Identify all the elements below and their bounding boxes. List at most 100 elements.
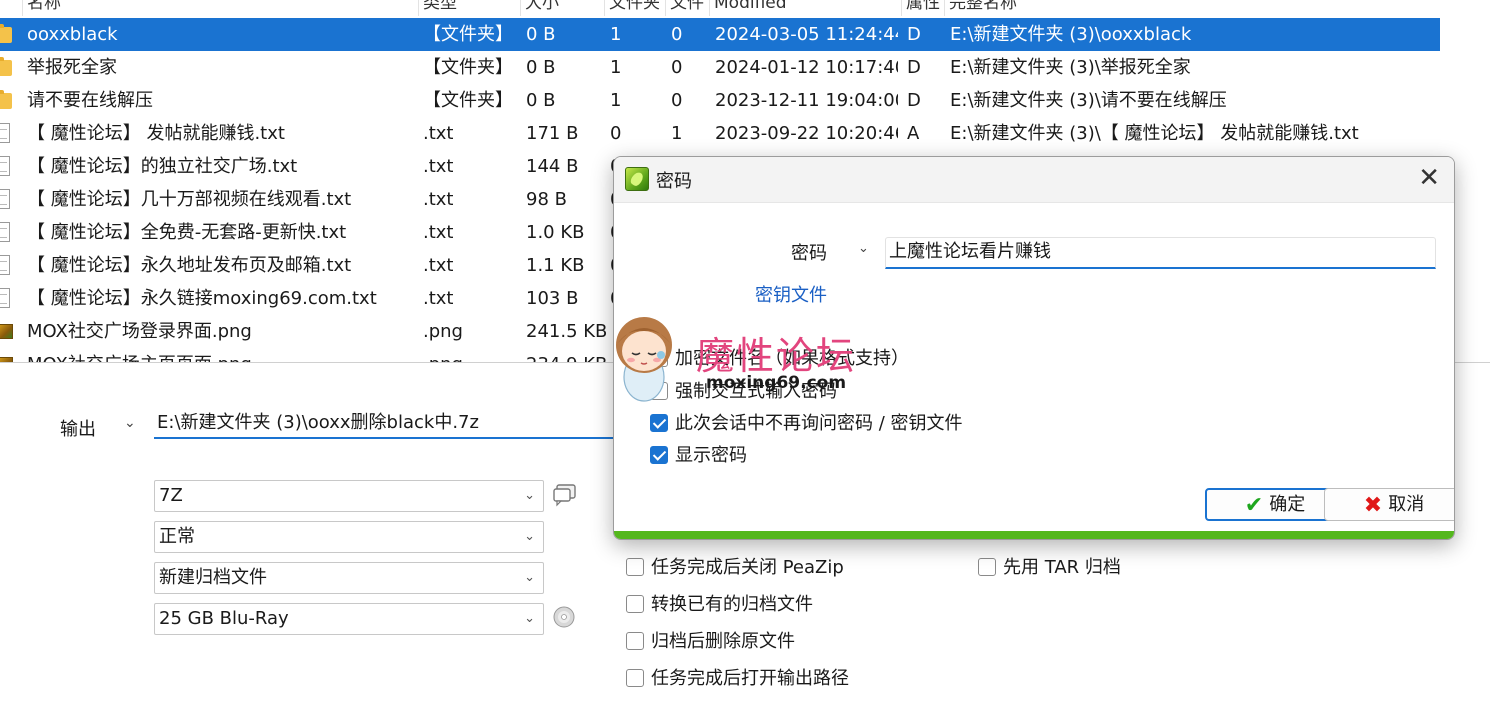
column-header-name[interactable]: 名称 — [22, 0, 418, 16]
cancel-button-label: 取消 — [1388, 494, 1425, 515]
file-name-cell: 【 魔性论坛】永久链接moxing69.com.txt — [27, 288, 377, 309]
file-name-cell: 【 魔性论坛】的独立社交广场.txt — [27, 156, 298, 177]
folder-icon — [0, 24, 12, 43]
checkbox-box[interactable] — [978, 558, 996, 576]
chevron-down-icon: ⌄ — [524, 488, 535, 503]
remember-session-checkbox[interactable]: 此次会话中不再询问密码 / 密钥文件 — [650, 412, 963, 436]
file-name-cell: MOX社交广场登录界面.png — [27, 321, 252, 342]
checkbox-box[interactable] — [650, 414, 668, 432]
password-history-chevron-icon[interactable]: ⌄ — [858, 241, 869, 256]
column-header-full-name[interactable]: 完整名称 — [944, 0, 1440, 16]
text-file-icon — [0, 288, 10, 308]
text-file-icon — [0, 255, 10, 275]
list-header: 名称 类型 大小 文件夹 文件 Modified 属性 完整名称 — [0, 0, 1440, 16]
column-header-size[interactable]: 大小 — [520, 0, 604, 16]
checkbox-label: 转换已有的归档文件 — [651, 594, 813, 615]
output-path-input[interactable]: E:\新建文件夹 (3)\ooxx删除black中.7z — [154, 409, 624, 439]
file-size-cell: 98 B — [526, 189, 567, 210]
file-type-cell: .png — [423, 321, 463, 342]
file-name-cell: 请不要在线解压 — [27, 90, 153, 111]
cancel-button[interactable]: ✖ 取消 — [1324, 488, 1454, 521]
folder-icon — [0, 90, 12, 109]
chevron-down-icon: ⌄ — [524, 529, 535, 544]
attributes-cell: D — [907, 90, 921, 111]
file-count-cell: 1 — [671, 123, 683, 144]
archive-mode-value: 新建归档文件 — [159, 567, 267, 588]
file-count-cell: 0 — [671, 24, 683, 45]
full-path-cell: E:\新建文件夹 (3)\请不要在线解压 — [950, 90, 1227, 111]
file-size-cell: 241.5 KB — [526, 321, 606, 342]
comment-icon[interactable] — [552, 483, 578, 507]
file-icon-cell — [0, 348, 14, 362]
tar-first-checkbox[interactable]: 先用 TAR 归档 — [978, 556, 1121, 580]
modified-cell: 2023-09-22 10:20:46 — [715, 123, 898, 144]
file-icon-cell — [0, 315, 14, 348]
modified-cell: 2023-12-11 19:04:00 — [715, 90, 898, 111]
file-size-cell: 0 B — [526, 90, 556, 111]
file-icon-cell — [0, 282, 14, 315]
open-output-checkbox[interactable]: 任务完成后打开输出路径 — [626, 667, 849, 691]
folder-count-cell: 0 — [610, 123, 622, 144]
attributes-cell: D — [907, 24, 921, 45]
password-input[interactable]: 上魔性论坛看片赚钱 — [885, 237, 1436, 269]
file-icon-cell — [0, 183, 14, 216]
file-row[interactable]: ooxxblack 【文件夹】 0 B 1 0 2024-03-05 11:24:44 D E… — [0, 18, 1440, 51]
checkbox-label: 任务完成后打开输出路径 — [651, 668, 849, 689]
folder-count-cell: 1 — [610, 57, 622, 78]
mascot-girl-icon — [616, 317, 672, 402]
file-size-cell: 234.9 KB — [526, 348, 606, 362]
progress-bar — [614, 531, 1454, 539]
close-icon[interactable]: ✕ — [1418, 163, 1440, 193]
output-dropdown-chevron-icon[interactable]: ⌄ — [124, 415, 136, 431]
file-type-cell: .txt — [423, 156, 454, 177]
show-password-checkbox[interactable]: 显示密码 — [650, 444, 747, 468]
column-header-modified[interactable]: Modified — [709, 0, 901, 16]
compression-level-select[interactable]: 正常 ⌄ — [154, 521, 544, 553]
file-type-cell: .txt — [423, 255, 454, 276]
column-header-attr[interactable]: 属性 — [901, 0, 944, 16]
file-size-cell: 1.1 KB — [526, 255, 585, 276]
format-select[interactable]: 7Z ⌄ — [154, 480, 544, 512]
checkbox-box[interactable] — [626, 632, 644, 650]
modified-cell: 2024-03-05 11:24:44 — [715, 24, 898, 45]
column-header-files[interactable]: 文件 — [665, 0, 709, 16]
file-icon-cell — [0, 84, 14, 117]
format-select-value: 7Z — [159, 485, 183, 506]
checkbox-box[interactable] — [650, 446, 668, 464]
checkbox-label: 先用 TAR 归档 — [1003, 557, 1121, 578]
file-row[interactable]: 【 魔性论坛】 发帖就能赚钱.txt .txt 171 B 0 1 2023-09-22 … — [0, 117, 1440, 150]
file-icon-cell — [0, 18, 14, 51]
file-count-cell: 0 — [671, 90, 683, 111]
full-path-cell: E:\新建文件夹 (3)\ooxxblack — [950, 24, 1192, 45]
modified-cell: 2024-01-12 10:17:40 — [715, 57, 898, 78]
password-label: 密码 — [791, 243, 827, 264]
volume-size-select[interactable]: 25 GB Blu-Ray ⌄ — [154, 603, 544, 635]
dialog-title-bar[interactable]: 密码 ✕ — [614, 157, 1454, 203]
checkbox-box[interactable] — [626, 558, 644, 576]
watermark-url: moxing69.com — [706, 373, 847, 393]
close-peazip-checkbox[interactable]: 任务完成后关闭 PeaZip — [626, 556, 844, 580]
checkbox-label: 归档后删除原文件 — [651, 631, 795, 652]
disc-icon[interactable] — [552, 605, 578, 629]
file-name-cell: MOX社交广场主页页面.png — [27, 348, 417, 362]
compression-level-value: 正常 — [159, 526, 195, 547]
delete-originals-checkbox[interactable]: 归档后删除原文件 — [626, 630, 795, 654]
convert-archive-checkbox[interactable]: 转换已有的归档文件 — [626, 593, 813, 617]
column-header-type[interactable]: 类型 — [418, 0, 520, 16]
watermark-title: 魔性论坛 — [696, 334, 857, 378]
file-type-cell: .txt — [423, 123, 454, 144]
file-type-cell: 【文件夹】 — [423, 90, 513, 111]
file-name-cell: 【 魔性论坛】全免费-无套路-更新快.txt — [27, 222, 347, 243]
checkbox-box[interactable] — [626, 669, 644, 687]
file-name-cell: 【 魔性论坛】永久地址发布页及邮箱.txt — [27, 255, 352, 276]
archive-mode-select[interactable]: 新建归档文件 ⌄ — [154, 562, 544, 594]
file-row[interactable]: 举报死全家 【文件夹】 0 B 1 0 2024-01-12 10:17:40 D E:\新建… — [0, 51, 1440, 84]
column-header-folders[interactable]: 文件夹 — [604, 0, 665, 16]
cross-icon: ✖ — [1363, 493, 1383, 518]
text-file-icon — [0, 156, 10, 176]
file-row[interactable]: 请不要在线解压 【文件夹】 0 B 1 0 2023-12-11 19:04:00 D E:\… — [0, 84, 1440, 117]
file-name-cell: ooxxblack — [27, 24, 118, 45]
checkbox-box[interactable] — [626, 595, 644, 613]
checkbox-label: 此次会话中不再询问密码 / 密钥文件 — [675, 413, 963, 434]
file-icon-cell — [0, 51, 14, 84]
